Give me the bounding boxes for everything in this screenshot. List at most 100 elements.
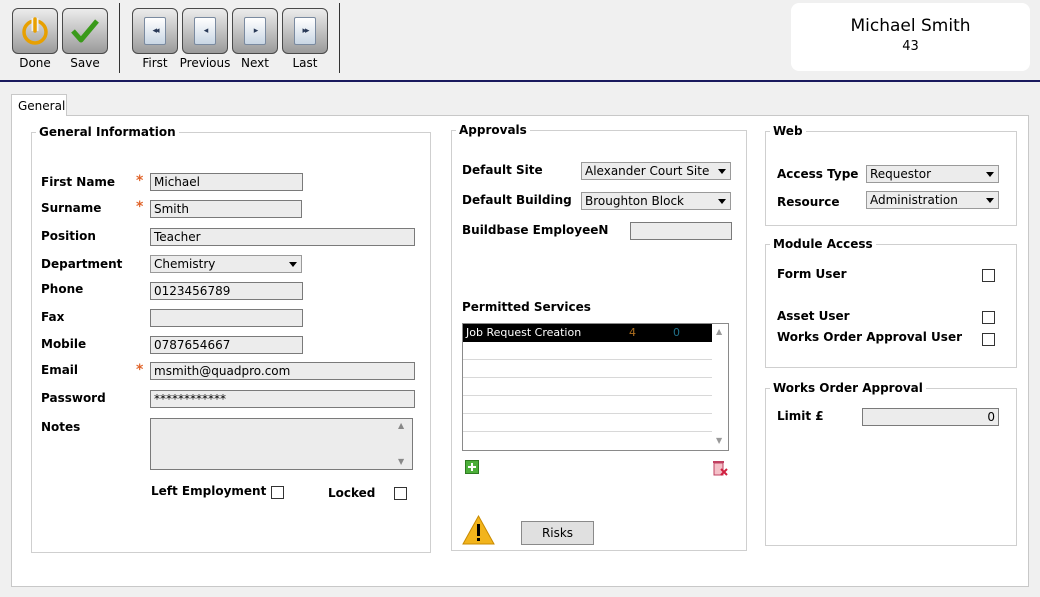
- password-label: Password: [41, 391, 106, 405]
- form-user-checkbox[interactable]: [982, 269, 995, 282]
- last-button[interactable]: ▸▸: [282, 8, 328, 54]
- web-title: Web: [770, 124, 806, 138]
- general-information-title: General Information: [36, 125, 179, 139]
- toolbar-divider: [0, 80, 1040, 82]
- phone-field[interactable]: 0123456789: [150, 282, 303, 300]
- list-item: [463, 396, 712, 414]
- department-value: Chemistry: [154, 257, 216, 271]
- done-button[interactable]: [12, 8, 58, 54]
- default-building-value: Broughton Block: [585, 194, 684, 208]
- default-site-label: Default Site: [462, 163, 543, 177]
- user-id: 43: [902, 39, 919, 54]
- list-item: [463, 360, 712, 378]
- scroll-down-icon[interactable]: ▼: [716, 436, 722, 445]
- user-name: Michael Smith: [850, 16, 971, 36]
- approvals-title: Approvals: [456, 123, 530, 137]
- resource-label: Resource: [777, 195, 840, 209]
- required-marker: *: [136, 362, 144, 378]
- permitted-services-label: Permitted Services: [462, 300, 591, 314]
- default-building-label: Default Building: [462, 193, 572, 207]
- next-button[interactable]: ▸: [232, 8, 278, 54]
- service-count-b: 0: [673, 326, 680, 339]
- list-item[interactable]: Job Request Creation 4 0: [463, 324, 712, 342]
- access-type-select[interactable]: Requestor: [866, 165, 999, 183]
- delete-service-button[interactable]: [711, 459, 729, 480]
- first-name-field[interactable]: Michael: [150, 173, 303, 191]
- surname-label: Surname: [41, 201, 102, 215]
- last-label: Last: [292, 56, 318, 70]
- chevron-down-icon: [986, 198, 994, 203]
- default-building-select[interactable]: Broughton Block: [581, 192, 731, 210]
- locked-checkbox[interactable]: [394, 487, 407, 500]
- scroll-up-icon[interactable]: ▲: [716, 327, 722, 336]
- previous-button[interactable]: ◂: [182, 8, 228, 54]
- access-type-label: Access Type: [777, 167, 859, 181]
- user-card: Michael Smith 43: [791, 3, 1030, 71]
- first-name-label: First Name: [41, 175, 116, 189]
- checkmark-icon: [71, 19, 99, 43]
- notes-textarea[interactable]: [150, 418, 413, 470]
- asset-user-label: Asset User: [777, 309, 850, 323]
- surname-field[interactable]: Smith: [150, 200, 302, 218]
- toolbar-separator: [339, 3, 340, 73]
- tab-general[interactable]: General: [11, 94, 67, 116]
- form-user-label: Form User: [777, 267, 847, 281]
- required-marker: *: [136, 199, 144, 215]
- risks-button[interactable]: Risks: [521, 521, 594, 545]
- position-label: Position: [41, 229, 96, 243]
- default-site-value: Alexander Court Site: [585, 164, 710, 178]
- works-order-approval-title: Works Order Approval: [770, 381, 926, 395]
- notes-label: Notes: [41, 420, 81, 434]
- permitted-services-list[interactable]: Job Request Creation 4 0 ▲ ▼: [462, 323, 729, 451]
- next-record-icon: ▸: [244, 17, 266, 45]
- fax-label: Fax: [41, 310, 65, 324]
- list-item: [463, 342, 712, 360]
- toolbar-separator: [119, 3, 120, 73]
- scroll-down-icon[interactable]: ▼: [398, 457, 404, 466]
- first-record-icon: ◂◂: [144, 17, 166, 45]
- module-access-title: Module Access: [770, 237, 876, 251]
- chevron-down-icon: [986, 172, 994, 177]
- resource-value: Administration: [870, 193, 958, 207]
- resource-select[interactable]: Administration: [866, 191, 999, 209]
- list-item: [463, 378, 712, 396]
- department-select[interactable]: Chemistry: [150, 255, 302, 273]
- works-order-user-checkbox[interactable]: [982, 333, 995, 346]
- list-item: [463, 414, 712, 432]
- chevron-down-icon: [718, 169, 726, 174]
- email-field[interactable]: msmith@quadpro.com: [150, 362, 415, 380]
- password-field[interactable]: ************: [150, 390, 415, 408]
- mobile-field[interactable]: 0787654667: [150, 336, 303, 354]
- add-service-button[interactable]: [465, 460, 479, 474]
- chevron-down-icon: [718, 199, 726, 204]
- position-field[interactable]: Teacher: [150, 228, 415, 246]
- locked-label: Locked: [328, 486, 376, 500]
- save-label: Save: [70, 56, 100, 70]
- asset-user-checkbox[interactable]: [982, 311, 995, 324]
- module-access-group: [765, 244, 1017, 368]
- email-label: Email: [41, 363, 79, 377]
- previous-record-icon: ◂: [194, 17, 216, 45]
- required-marker: *: [136, 173, 144, 189]
- access-type-value: Requestor: [870, 167, 932, 181]
- limit-label: Limit £: [777, 409, 824, 423]
- phone-label: Phone: [41, 282, 84, 296]
- plus-icon: [468, 463, 476, 471]
- limit-field[interactable]: 0: [862, 408, 999, 426]
- save-button[interactable]: [62, 8, 108, 54]
- warning-icon: [462, 514, 495, 548]
- scroll-up-icon[interactable]: ▲: [398, 421, 404, 430]
- left-employment-checkbox[interactable]: [271, 486, 284, 499]
- power-icon: [22, 17, 48, 45]
- last-record-icon: ▸▸: [294, 17, 316, 45]
- first-button[interactable]: ◂◂: [132, 8, 178, 54]
- employee-label: Buildbase EmployeeN: [462, 223, 609, 237]
- department-label: Department: [41, 257, 123, 271]
- mobile-label: Mobile: [41, 337, 87, 351]
- employee-field[interactable]: [630, 222, 732, 240]
- left-employment-label: Left Employment: [151, 484, 267, 498]
- default-site-select[interactable]: Alexander Court Site: [581, 162, 731, 180]
- service-name: Job Request Creation: [466, 326, 582, 339]
- fax-field[interactable]: [150, 309, 303, 327]
- service-count-a: 4: [629, 326, 636, 339]
